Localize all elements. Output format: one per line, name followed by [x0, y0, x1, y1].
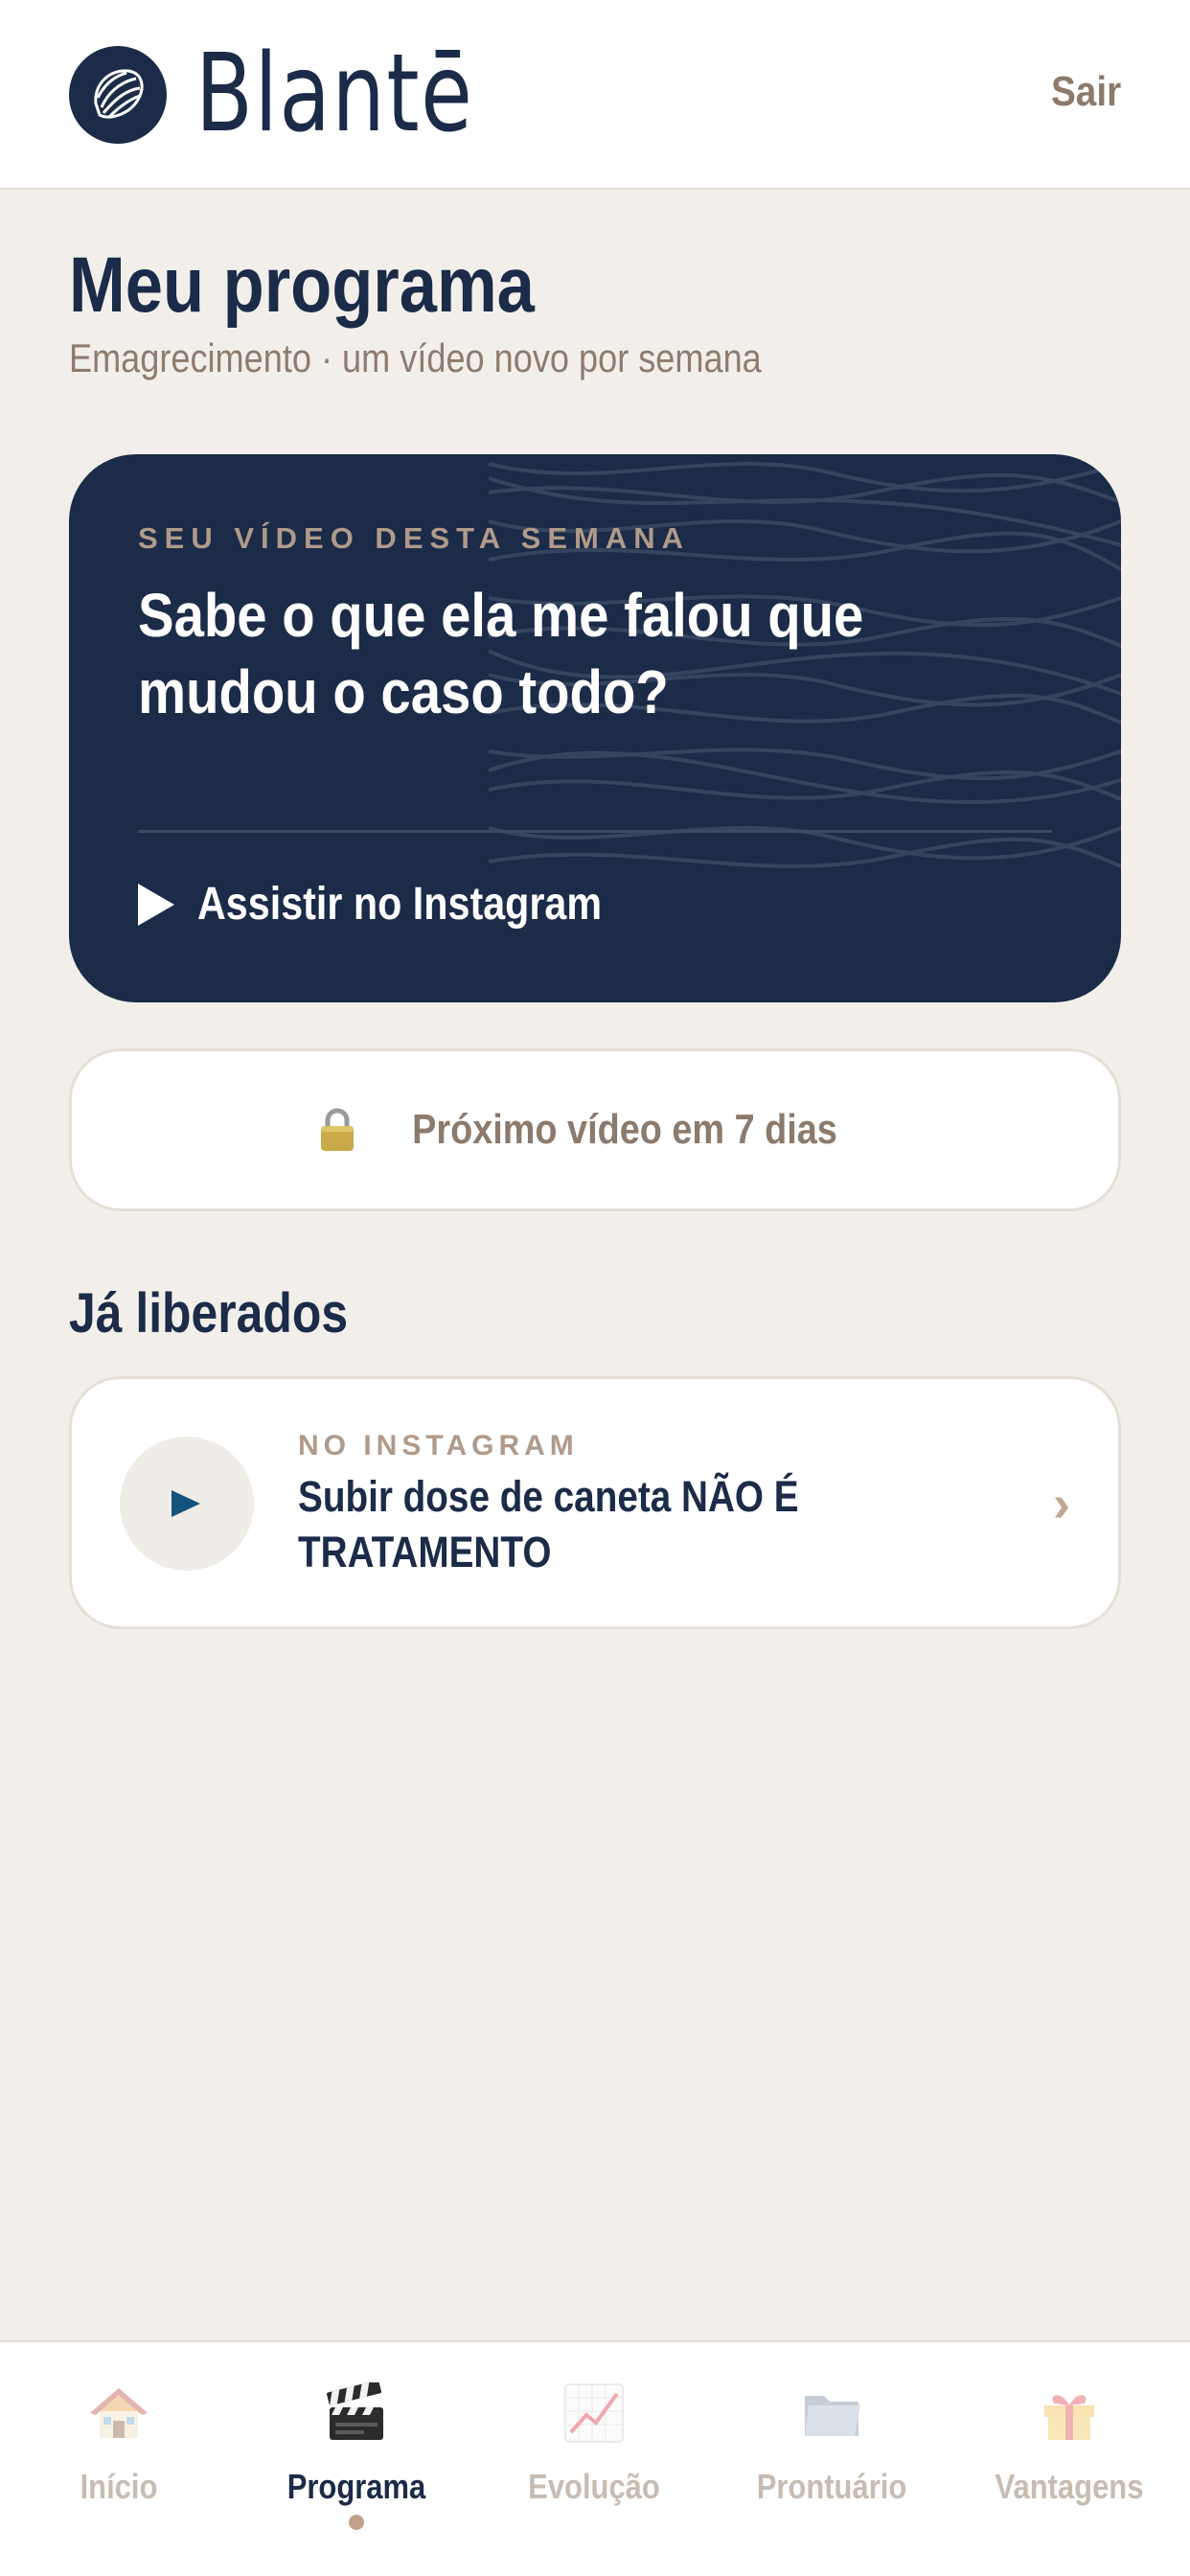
house-icon: [90, 2388, 148, 2438]
nav-label-prontuario: Prontuário: [756, 2467, 907, 2506]
chevron-right-icon: ›: [1053, 1475, 1070, 1532]
app-header: Blantē Sair: [0, 0, 1190, 190]
released-video-source: NO INSTAGRAM: [298, 1430, 579, 1461]
brand-wordmark: Blantē: [195, 32, 474, 156]
logout-button[interactable]: Sair: [1051, 65, 1121, 119]
video-thumbnail: [120, 1437, 254, 1571]
active-indicator-dot: [349, 2515, 364, 2530]
brand-logo-icon: [69, 46, 167, 144]
bottom-navigation: Início Programa Evolução Prontuário Vant…: [0, 2340, 1190, 2576]
nav-item-evolucao[interactable]: Evolução: [475, 2342, 713, 2576]
released-video-title: Subir dose de caneta NÃO É TRATAMENTO: [298, 1472, 799, 1576]
page-title: Meu programa: [69, 242, 535, 329]
nav-item-vantagens[interactable]: Vantagens: [950, 2342, 1188, 2576]
watch-on-instagram-label: Assistir no Instagram: [197, 879, 603, 930]
weekly-video-eyebrow: SEU VÍDEO DESTA SEMANA: [138, 521, 690, 555]
nav-label-evolucao: Evolução: [528, 2467, 660, 2506]
page-subtitle: Emagrecimento · um vídeo novo por semana: [69, 335, 762, 380]
released-section-title: Já liberados: [69, 1282, 349, 1345]
play-icon: [138, 884, 174, 926]
play-icon: [172, 1490, 200, 1517]
nav-label-vantagens: Vantagens: [995, 2467, 1144, 2506]
gift-icon: [1044, 2395, 1094, 2440]
released-video-item[interactable]: NO INSTAGRAM Subir dose de caneta NÃO É …: [69, 1376, 1121, 1629]
clapperboard-icon: [327, 2382, 383, 2440]
next-video-label: Próximo vídeo em 7 dias: [412, 1106, 837, 1153]
nav-label-inicio: Início: [80, 2467, 158, 2506]
nav-item-inicio[interactable]: Início: [0, 2342, 238, 2576]
nav-item-prontuario[interactable]: Prontuário: [713, 2342, 950, 2576]
watch-on-instagram-button[interactable]: Assistir no Instagram: [138, 876, 668, 933]
nav-item-programa[interactable]: Programa: [238, 2342, 475, 2576]
divider: [138, 830, 1052, 833]
next-video-countdown: Próximo vídeo em 7 dias: [69, 1048, 1121, 1211]
weekly-video-card: SEU VÍDEO DESTA SEMANA Sabe o que ela me…: [69, 454, 1121, 1002]
weekly-video-title: Sabe o que ela me falou que mudou o caso…: [138, 581, 864, 726]
folder-icon: [805, 2396, 860, 2436]
lock-icon: [318, 1108, 356, 1152]
chart-increasing-icon: [564, 2383, 624, 2443]
nav-label-programa: Programa: [286, 2467, 426, 2506]
